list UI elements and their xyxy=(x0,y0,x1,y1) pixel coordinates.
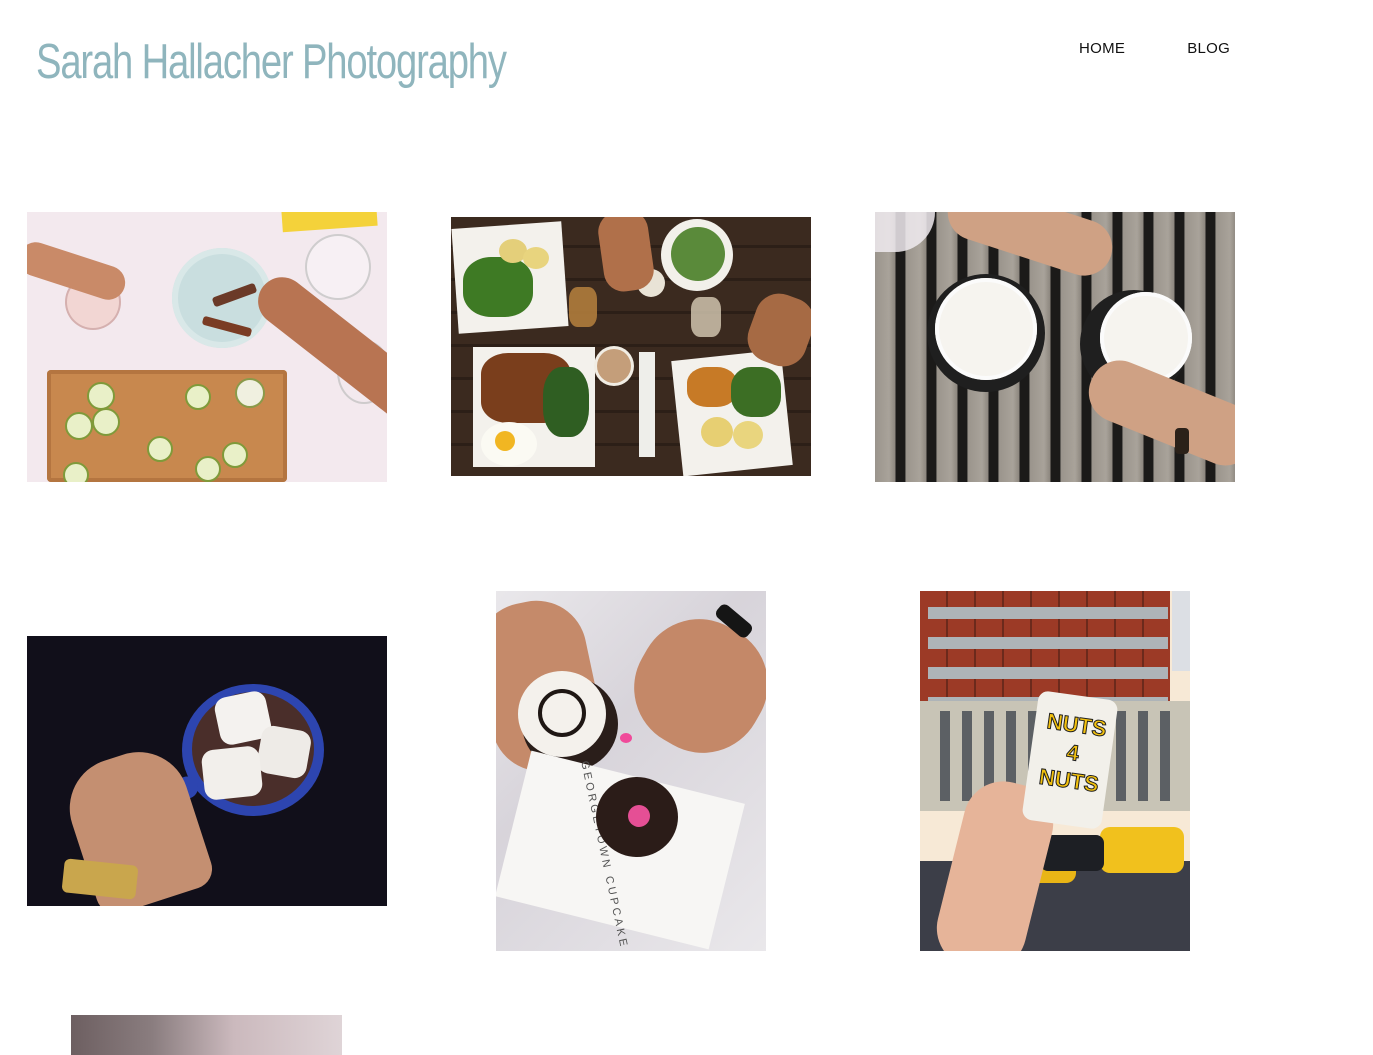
bracelet xyxy=(61,858,139,900)
marshmallow xyxy=(255,724,313,780)
hand xyxy=(940,212,1120,283)
icing-swirl xyxy=(538,689,586,737)
coffee-cup xyxy=(597,349,631,383)
nail-polish xyxy=(620,733,632,743)
flower-decoration xyxy=(628,805,650,827)
lace xyxy=(875,212,935,252)
gallery-photo-6[interactable]: NUTS 4 NUTS xyxy=(920,591,1190,951)
main-nav: HOME BLOG xyxy=(1079,40,1230,57)
zucchini-slice xyxy=(92,408,120,436)
site-title[interactable]: Sarah Hallacher Photography xyxy=(36,34,507,90)
gallery-photo-4[interactable] xyxy=(27,636,387,906)
zucchini-slice xyxy=(222,442,248,468)
plate xyxy=(671,349,793,476)
greens xyxy=(731,367,781,417)
nav-blog-link[interactable]: BLOG xyxy=(1187,40,1230,57)
eggs-benedict xyxy=(701,417,733,447)
glass xyxy=(305,234,371,300)
salad xyxy=(671,227,725,281)
marshmallow xyxy=(200,745,264,801)
gallery-photo-2[interactable] xyxy=(451,217,811,476)
zucchini-slice xyxy=(195,456,221,482)
greens xyxy=(463,257,533,317)
napkin xyxy=(639,352,655,457)
zucchini-slice xyxy=(87,382,115,410)
eggs-benedict xyxy=(523,247,549,269)
gallery-photo-1[interactable] xyxy=(27,212,387,482)
glasses xyxy=(691,297,721,337)
gallery-photo-7[interactable] xyxy=(71,1015,342,1055)
gallery-photo-3[interactable] xyxy=(875,212,1235,482)
watch xyxy=(1175,428,1189,454)
sky-sliver xyxy=(1172,591,1190,671)
taxi xyxy=(1100,827,1184,873)
nav-home-link[interactable]: HOME xyxy=(1079,40,1125,57)
zucchini-slice xyxy=(235,378,265,408)
eggs-benedict xyxy=(733,421,763,449)
egg-yolk xyxy=(495,431,515,451)
zucchini-slice xyxy=(65,412,93,440)
zucchini-slice xyxy=(147,436,173,462)
glasses xyxy=(569,287,597,327)
zucchini-slice xyxy=(63,462,89,482)
greens xyxy=(543,367,589,437)
potatoes xyxy=(687,367,737,407)
bag-logo-text: NUTS 4 NUTS xyxy=(1037,708,1109,798)
yellow-napkin xyxy=(281,212,378,233)
mug-liquid xyxy=(935,278,1037,380)
gallery-photo-5[interactable]: GEORGETOWN CUPCAKE xyxy=(496,591,766,951)
zucchini-slice xyxy=(185,384,211,410)
